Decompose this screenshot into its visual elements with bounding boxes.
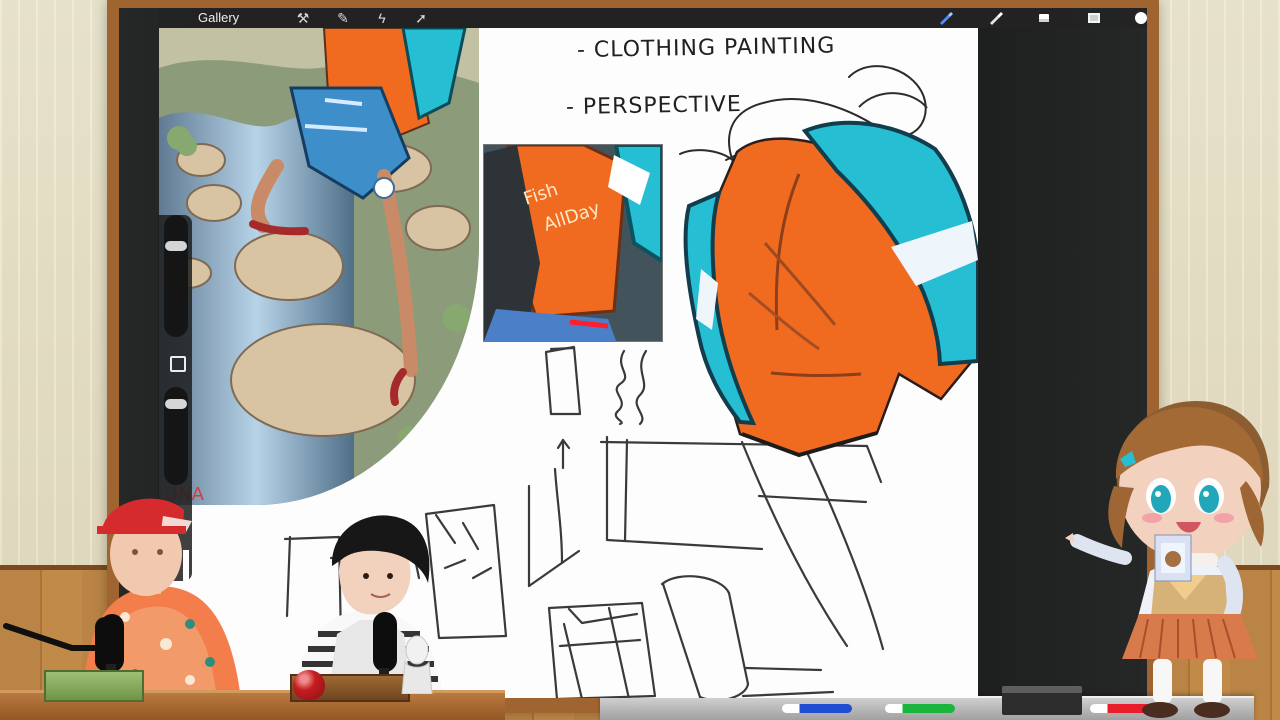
blackboard-frame: Gallery ⚒ ✎ ϟ ➚ Fish AllDay - CLOTHING P…: [107, 0, 1254, 720]
brush-icon[interactable]: [938, 11, 954, 25]
apple: [293, 670, 325, 700]
gallery-button[interactable]: Gallery: [198, 8, 239, 28]
brush-size-slider[interactable]: [164, 215, 188, 337]
brush-size-thumb[interactable]: [165, 240, 187, 251]
plaster-bust: [401, 635, 433, 694]
modify-button[interactable]: [170, 356, 186, 372]
wrench-icon[interactable]: ⚒: [295, 10, 311, 26]
procreate-toolbar: Gallery ⚒ ✎ ϟ ➚: [158, 8, 1147, 28]
blue-chalk: [782, 704, 852, 713]
layers-icon[interactable]: [1086, 11, 1102, 25]
eraser-icon[interactable]: [1036, 11, 1052, 25]
green-chalk: [885, 704, 955, 713]
smudge-icon[interactable]: [988, 11, 1004, 25]
opacity-thumb[interactable]: [165, 399, 187, 410]
magic-wand-icon[interactable]: ✎: [335, 10, 351, 26]
selection-icon[interactable]: ϟ: [374, 10, 390, 26]
green-book: [44, 670, 144, 702]
microphone-left-host: [100, 614, 124, 676]
transform-icon[interactable]: ➚: [413, 10, 429, 26]
color-icon[interactable]: [1133, 11, 1147, 25]
stream-scene: Gallery ⚒ ✎ ϟ ➚ Fish AllDay - CLOTHING P…: [0, 0, 1280, 720]
anime-mascot: [1065, 401, 1270, 718]
